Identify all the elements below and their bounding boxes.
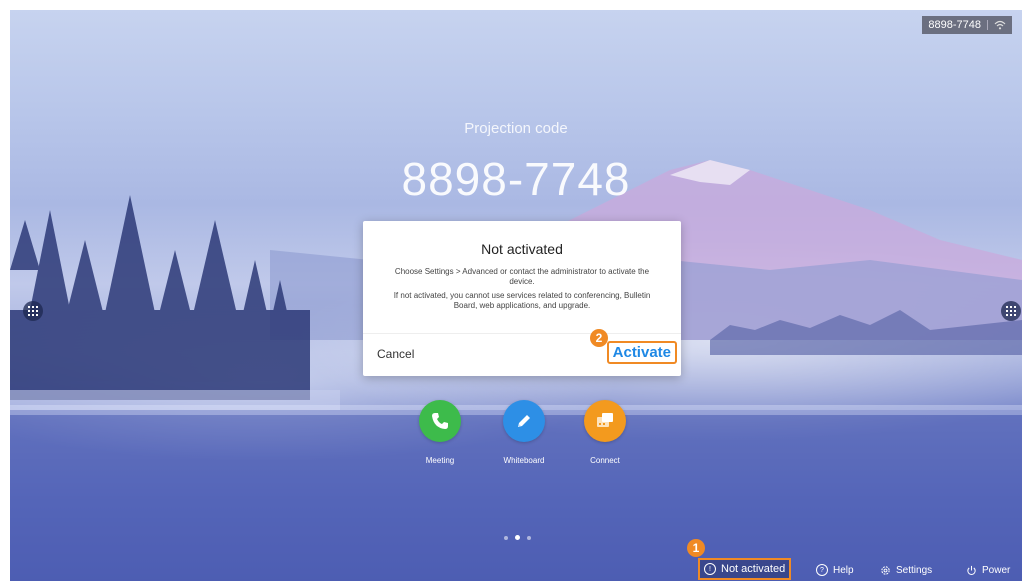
gear-icon bbox=[881, 566, 890, 575]
page-dot[interactable] bbox=[504, 535, 508, 540]
dialog-message-line-1: Choose Settings > Advanced or contact th… bbox=[394, 267, 650, 286]
app-meeting[interactable]: Meeting bbox=[410, 400, 470, 465]
connect-icon bbox=[584, 400, 626, 442]
app-whiteboard[interactable]: Whiteboard bbox=[494, 400, 554, 465]
wifi-icon bbox=[994, 20, 1006, 30]
dialog-message: Choose Settings > Advanced or contact th… bbox=[385, 267, 659, 315]
right-apps-button[interactable] bbox=[1001, 301, 1021, 321]
not-activated-button[interactable]: ! Not activated bbox=[698, 558, 792, 580]
bottom-bar: ! Not activated ? Help Settings Power bbox=[10, 555, 1022, 581]
app-label: Connect bbox=[590, 456, 620, 465]
power-button[interactable]: Power bbox=[966, 565, 1010, 576]
alert-icon: ! bbox=[704, 563, 716, 575]
not-activated-dialog: Not activated Choose Settings > Advanced… bbox=[363, 221, 681, 376]
pen-icon bbox=[503, 400, 545, 442]
not-activated-label: Not activated bbox=[721, 563, 786, 575]
activate-button[interactable]: Activate bbox=[606, 341, 677, 364]
help-label: Help bbox=[833, 564, 854, 576]
status-box: 8898-7748 bbox=[922, 16, 1012, 34]
status-divider bbox=[987, 20, 988, 30]
callout-badge-2: 2 bbox=[590, 329, 608, 347]
dialog-footer: Cancel Activate bbox=[363, 333, 681, 376]
settings-button[interactable]: Settings bbox=[880, 565, 932, 576]
help-icon: ? bbox=[816, 564, 828, 576]
cancel-button[interactable]: Cancel bbox=[377, 347, 414, 361]
power-icon bbox=[967, 565, 976, 575]
left-apps-button[interactable] bbox=[23, 301, 43, 321]
dialog-title: Not activated bbox=[481, 241, 563, 257]
help-button[interactable]: ? Help bbox=[816, 564, 854, 576]
settings-label: Settings bbox=[896, 565, 933, 576]
status-projection-code: 8898-7748 bbox=[928, 19, 981, 31]
page-dot[interactable] bbox=[527, 535, 531, 540]
projection-code-label: Projection code bbox=[464, 120, 568, 137]
page-indicator bbox=[504, 535, 531, 540]
app-connect[interactable]: Connect bbox=[575, 400, 635, 465]
dialog-message-line-2: If not activated, you cannot use service… bbox=[393, 291, 651, 310]
power-label: Power bbox=[982, 565, 1011, 576]
grid-icon bbox=[1006, 306, 1016, 316]
home-screen: 8898-7748 Projection code 8898-7748 Not … bbox=[10, 10, 1022, 581]
app-label: Whiteboard bbox=[503, 456, 545, 465]
phone-icon bbox=[419, 400, 461, 442]
page-dot-active[interactable] bbox=[515, 535, 520, 540]
projection-code: 8898-7748 bbox=[401, 153, 631, 205]
grid-icon bbox=[28, 306, 38, 316]
app-label: Meeting bbox=[425, 456, 455, 465]
